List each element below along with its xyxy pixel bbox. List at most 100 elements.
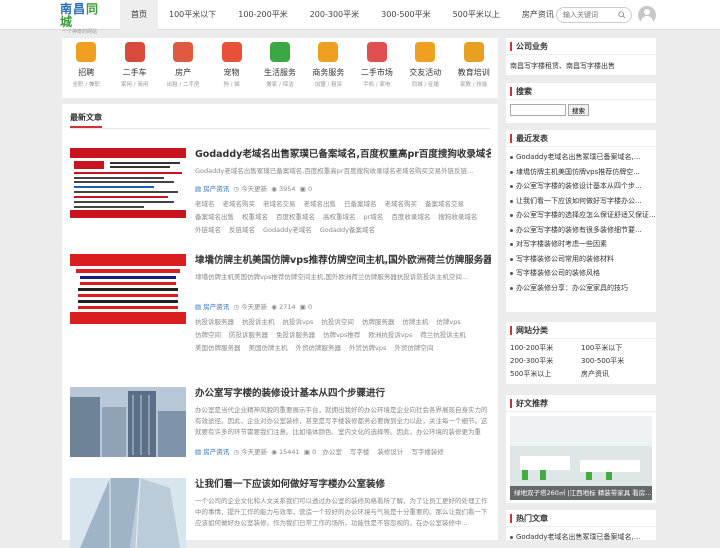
article-tag[interactable]: 老域名 — [195, 198, 215, 211]
article-tag[interactable]: 备案域名交易 — [425, 198, 464, 211]
recent-post-item[interactable]: 办公室写字楼的装修设计基本从四个步... — [506, 179, 656, 194]
category-item[interactable]: 商务服务 加盟 / 租赁 — [304, 38, 352, 98]
article-tag[interactable]: 备案域名出售 — [195, 211, 234, 224]
recent-posts-title: 最近发表 — [506, 130, 656, 147]
category-item[interactable]: 宠物狗 / 猫 — [207, 38, 255, 98]
article-category[interactable]: 房产资讯 — [203, 303, 229, 311]
sidebar-search-button[interactable]: 搜索 — [568, 104, 589, 116]
site-category-link[interactable]: 200-300平米 — [510, 355, 581, 368]
category-icon — [173, 42, 194, 62]
recent-post-item[interactable]: 对写字楼装修时考虑一些因素 — [506, 237, 656, 252]
recent-post-item[interactable]: 埭墧仿牌主机美国仿牌vps推荐仿牌空... — [506, 165, 656, 180]
clock-icon: ◷ — [233, 448, 240, 456]
article-tag[interactable]: 搜狗收录域名 — [438, 211, 477, 224]
site-category-link[interactable]: 房产资讯 — [581, 368, 652, 381]
article-tag[interactable]: 已备案域名 — [344, 198, 377, 211]
article-tag[interactable]: 美国仿牌服务器 — [195, 342, 241, 355]
article-tag[interactable]: 装修设计 — [377, 447, 403, 457]
recent-post-item[interactable]: 写字楼装修公司的装修风格 — [506, 266, 656, 281]
article-tag[interactable]: 写字楼 — [350, 447, 370, 457]
article-tag[interactable]: 高权重域名 — [323, 211, 356, 224]
company-business-title: 公司业务 — [506, 38, 656, 55]
article-tag[interactable]: 老域名购买 — [385, 198, 418, 211]
recent-post-item[interactable]: 办公室写字楼的选择应怎么保证舒适又保证... — [506, 208, 656, 223]
nav-home[interactable]: 首页 — [120, 0, 158, 30]
article-tag[interactable]: pr域名 — [364, 211, 384, 224]
category-item[interactable]: 生活服务 搬家 / 保洁 — [256, 38, 304, 98]
article-tag[interactable]: 欧洲抗投诉vps — [368, 329, 412, 342]
category-icon — [366, 42, 387, 62]
nav-200-300[interactable]: 200-300平米 — [299, 0, 370, 30]
article-tag[interactable]: 美国仿牌主机 — [249, 342, 288, 355]
article-category[interactable]: 房产资讯 — [203, 448, 229, 456]
category-item[interactable]: 二手车 家用 / 商用 — [110, 38, 158, 98]
nav-under-100[interactable]: 100平米以下 — [158, 0, 227, 30]
article-thumbnail[interactable] — [70, 254, 186, 324]
article-thumbnail[interactable] — [70, 478, 186, 548]
category-name: 招聘 — [78, 68, 95, 77]
article-tag[interactable]: 反链域名 — [229, 224, 255, 237]
user-avatar-icon[interactable] — [638, 6, 656, 24]
article-tag[interactable]: 防投诉服务器 — [229, 329, 268, 342]
article-tag[interactable]: 外贸仿牌服务器 — [296, 342, 342, 355]
sidebar-search-input[interactable] — [510, 104, 566, 116]
category-sub: 全职 / 兼职 — [72, 82, 100, 88]
article-comments: 0 — [307, 303, 313, 311]
article-tag[interactable]: 仿牌vps推荐 — [323, 329, 360, 342]
folder-icon: ▤ — [195, 303, 202, 311]
article-tag[interactable]: 仿牌vps — [436, 316, 460, 329]
article-title[interactable]: 让我们看一下应该如何做好写字楼办公室装修 — [195, 478, 491, 492]
category-item[interactable]: 招聘全职 / 兼职 — [62, 38, 110, 98]
nav-300-500[interactable]: 300-500平米 — [370, 0, 441, 30]
article-thumbnail[interactable] — [70, 387, 186, 457]
recommend-image[interactable]: 绿地双子塔260㎡ |江西地标 精装带家具 看房... — [510, 416, 652, 500]
clock-icon: ◷ — [233, 303, 240, 311]
article-tag[interactable]: Godaddy老域名 — [263, 224, 312, 237]
article-tag[interactable]: 抗投诉主机 — [242, 316, 275, 329]
article-thumbnail[interactable] — [70, 148, 186, 218]
hot-post-item[interactable]: Godaddy老域名出售冢璞已备案域名,... — [506, 530, 656, 545]
article-tag[interactable]: 权重域名 — [242, 211, 268, 224]
article-title[interactable]: 埭墧仿牌主机美国仿牌vps推荐仿牌空间主机,国外欧洲荷兰仿牌服务器... — [195, 254, 491, 268]
recent-post-item[interactable]: 办公室写字楼的装修有很多装修细节要... — [506, 223, 656, 238]
article-tag[interactable]: 办公室 — [322, 447, 342, 457]
header-search-input[interactable] — [563, 8, 621, 22]
article-tag[interactable]: Godaddy备案域名 — [320, 224, 375, 237]
article-tag[interactable]: 仿牌空间 — [195, 329, 221, 342]
article-tag[interactable]: 仿牌服务器 — [362, 316, 395, 329]
category-item[interactable]: 交友活动 同城 / 征婚 — [401, 38, 449, 98]
nav-100-200[interactable]: 100-200平米 — [227, 0, 298, 30]
article-tag[interactable]: 写字楼装修 — [411, 447, 444, 457]
article-title[interactable]: 办公室写字楼的装修设计基本从四个步骤进行 — [195, 387, 491, 401]
article-tag[interactable]: 外贸仿牌vps — [349, 342, 386, 355]
site-category-link[interactable]: 300-500平米 — [581, 355, 652, 368]
category-item[interactable]: 房产 出租 / 二手房 — [159, 38, 207, 98]
search-icon[interactable] — [618, 11, 626, 19]
nav-over-500[interactable]: 500平米以上 — [442, 0, 511, 30]
article-title[interactable]: Godaddy老域名出售冢璞已备案域名,百度权重高pr百度搜狗收录域名老... — [195, 148, 491, 162]
recent-post-item[interactable]: 写字楼装修公司常用的装修材料 — [506, 252, 656, 267]
article-tag[interactable]: 老域名交易 — [263, 198, 296, 211]
recent-post-item[interactable]: 让我们看一下应该如何做好写字楼办公... — [506, 194, 656, 209]
site-category-link[interactable]: 100-200平米 — [510, 342, 581, 355]
article-tag[interactable]: 抗投诉空间 — [321, 316, 354, 329]
article-tag[interactable]: 荷兰抗投诉主机 — [420, 329, 466, 342]
category-item[interactable]: 二手市场 手机 / 家电 — [353, 38, 401, 98]
article-tag[interactable]: 百度收录域名 — [391, 211, 430, 224]
article-tag[interactable]: 抗投诉服务器 — [195, 316, 234, 329]
recent-post-item[interactable]: Godaddy老域名出售冢璞已备案域名,... — [506, 150, 656, 165]
article-tag[interactable]: 抗投诉vps — [283, 316, 314, 329]
site-category-link[interactable]: 500平米以上 — [510, 368, 581, 381]
article-tag[interactable]: 老域名出售 — [304, 198, 337, 211]
recent-post-item[interactable]: 办公室装修分享：办公室家具的技巧 — [506, 281, 656, 296]
article-tag[interactable]: 老域名购买 — [223, 198, 256, 211]
site-category-link[interactable]: 100平米以下 — [581, 342, 652, 355]
article-tag[interactable]: 仿牌主机 — [402, 316, 428, 329]
category-item[interactable]: 教育培训 家教 / 技能 — [450, 38, 498, 98]
article-category[interactable]: 房产资讯 — [203, 185, 229, 193]
site-logo[interactable]: 南昌同城 一个神奇的网站 — [60, 3, 110, 36]
article-tag[interactable]: 外链域名 — [195, 224, 221, 237]
article-tag[interactable]: 外贸仿牌空间 — [394, 342, 433, 355]
article-tag[interactable]: 免投诉服务器 — [276, 329, 315, 342]
article-tag[interactable]: 百度权重域名 — [276, 211, 315, 224]
